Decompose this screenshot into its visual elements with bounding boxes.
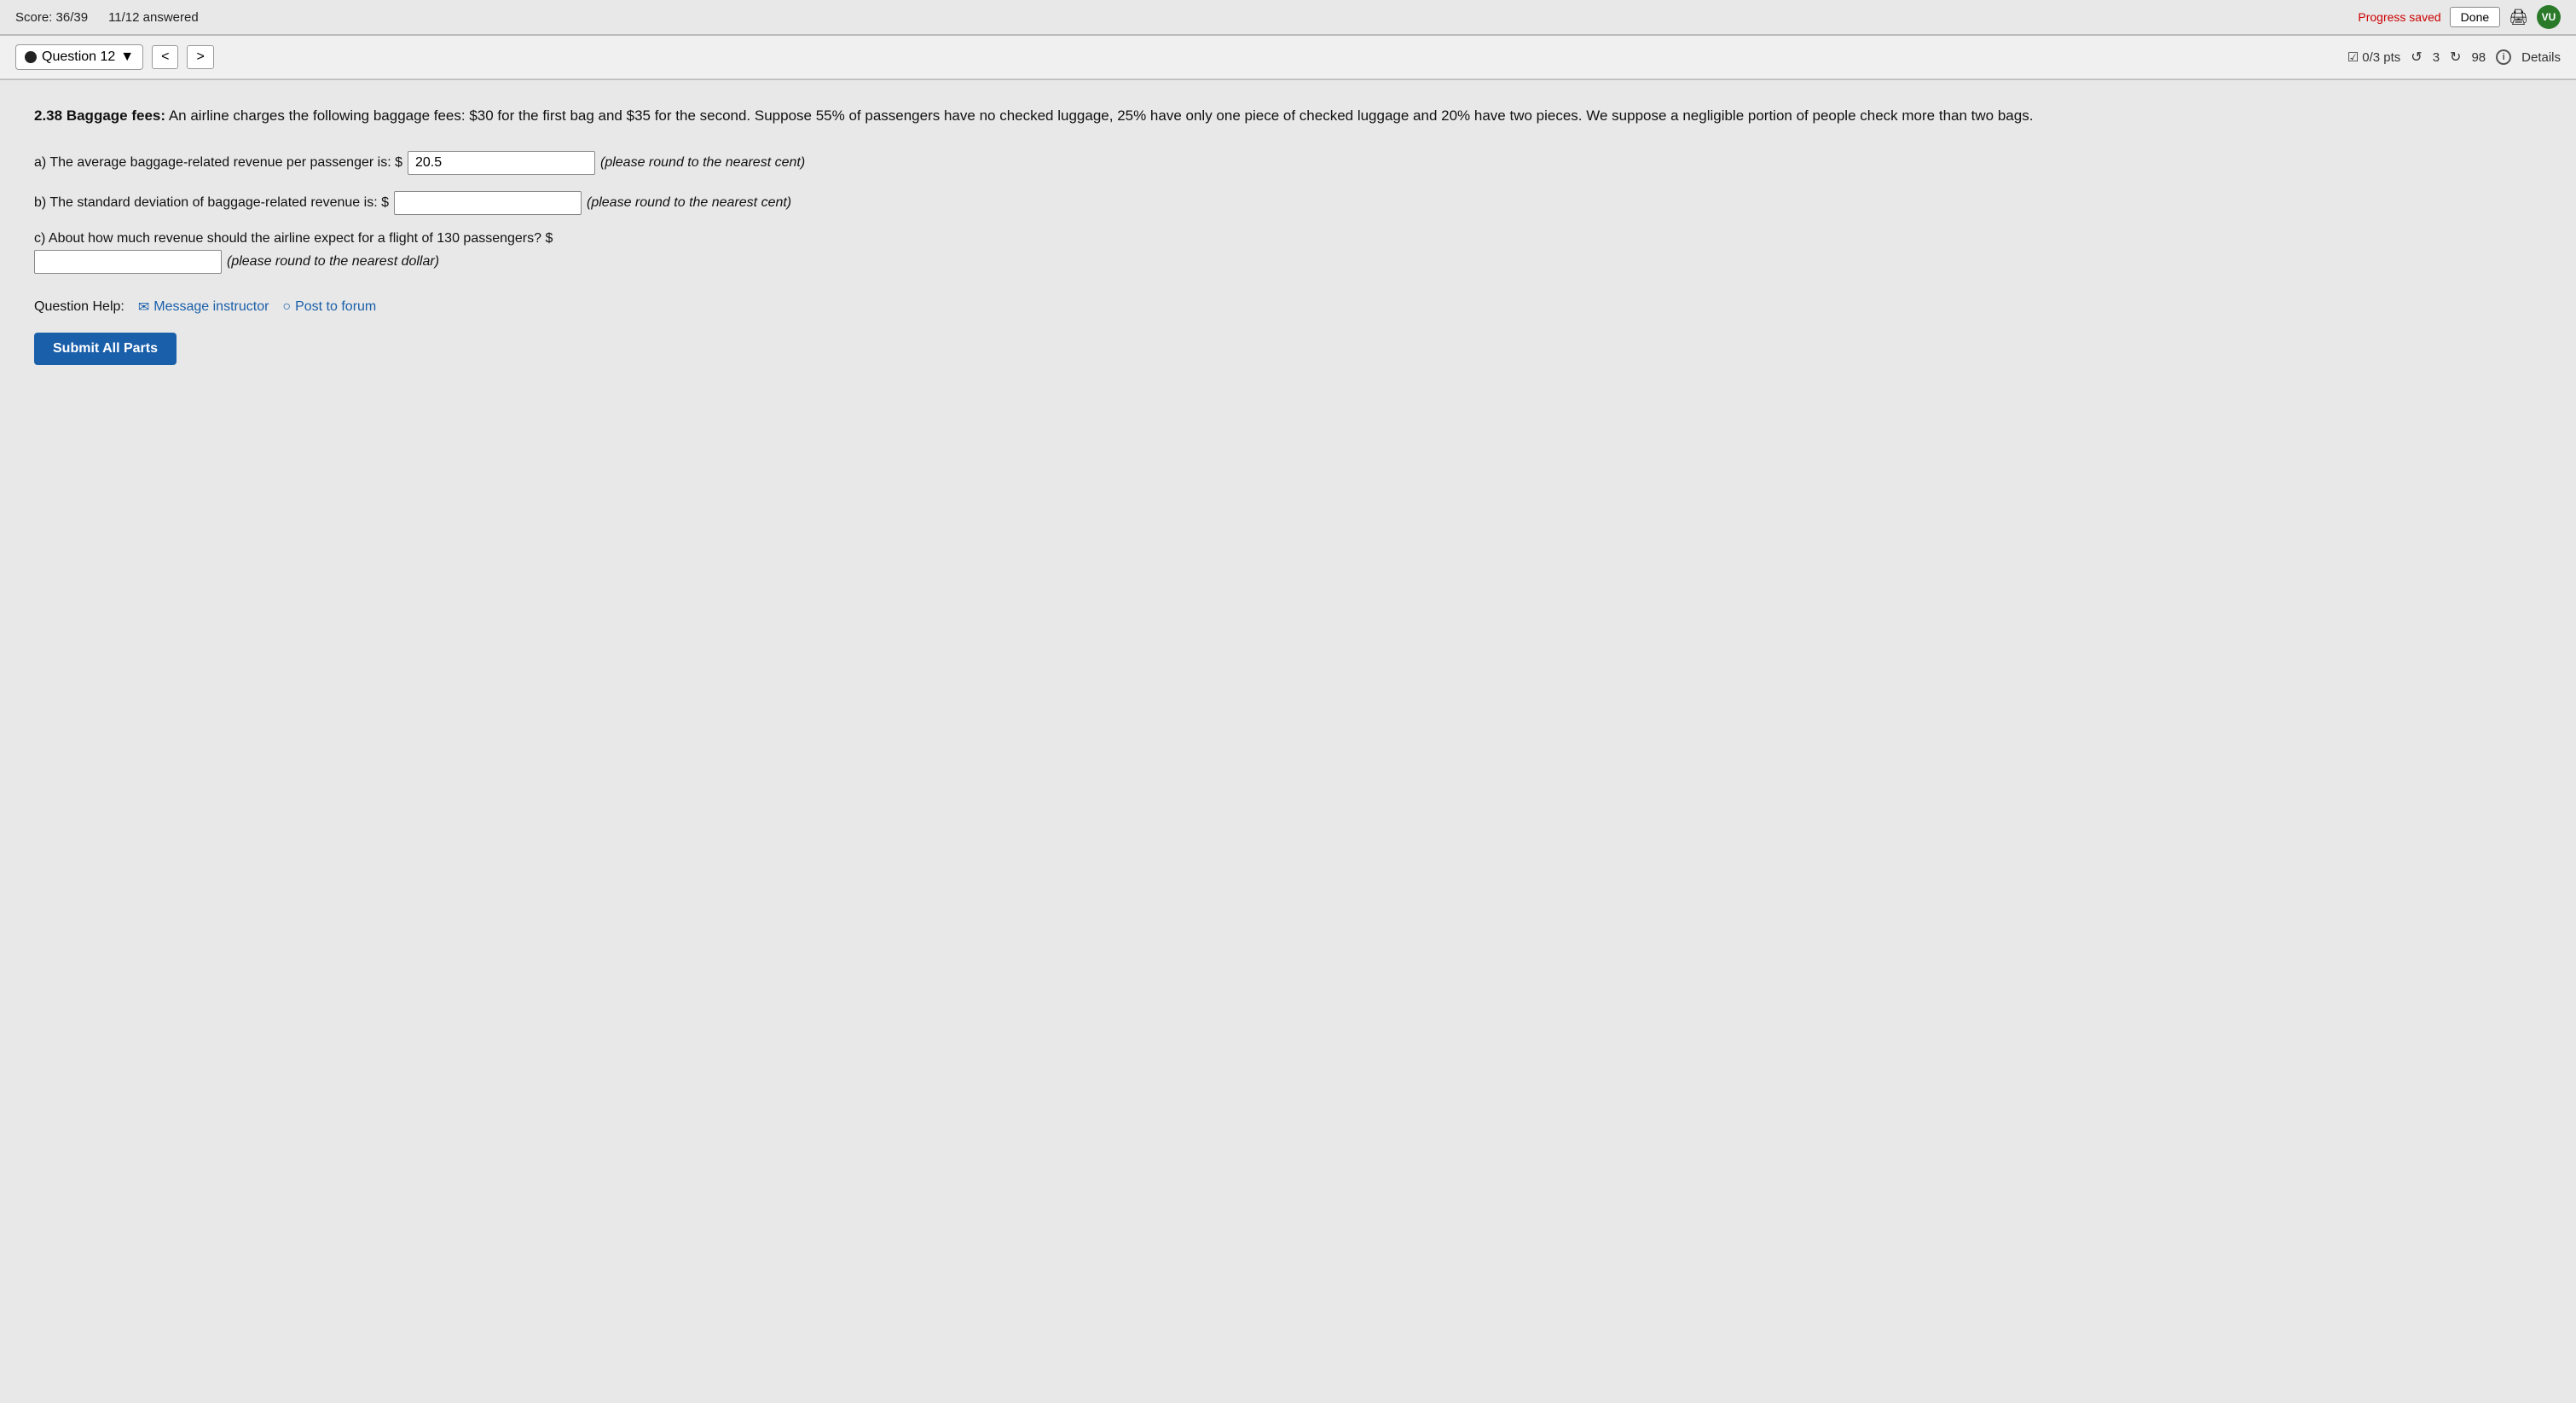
part-b: b) The standard deviation of baggage-rel… [34, 191, 2542, 216]
part-c-input[interactable] [34, 250, 222, 274]
part-c: c) About how much revenue should the air… [34, 231, 2542, 275]
problem-body: An airline charges the following baggage… [165, 107, 2033, 124]
score-info: Score: 36/39 11/12 answered [15, 10, 199, 25]
attempt-count: 98 [2471, 50, 2486, 65]
envelope-icon: ✉ [138, 299, 149, 316]
attempt-icon: ↻ [2450, 49, 2461, 66]
part-c-text: c) About how much revenue should the air… [34, 231, 2542, 246]
print-icon: 🖨 [2509, 9, 2528, 26]
part-c-prefix: c) About how much revenue should the air… [34, 231, 553, 246]
part-c-row: (please round to the nearest dollar) [34, 250, 2542, 275]
pts-label: 0/3 pts [2362, 50, 2400, 65]
info-icon: i [2496, 49, 2511, 65]
top-right: Progress saved Done 🖨 VU [2358, 5, 2561, 29]
problem-id: 2.38 Baggage fees: [34, 107, 165, 124]
answered-label: 11/12 answered [108, 10, 199, 25]
part-b-row: b) The standard deviation of baggage-rel… [34, 191, 2542, 216]
done-button[interactable]: Done [2450, 7, 2500, 27]
next-question-button[interactable]: > [187, 45, 213, 69]
question-nav-left: Question 12 ▼ < > [15, 44, 214, 70]
part-a: a) The average baggage-related revenue p… [34, 151, 2542, 176]
part-a-prefix: a) The average baggage-related revenue p… [34, 151, 402, 176]
help-label: Question Help: [34, 299, 124, 315]
dropdown-arrow-icon: ▼ [120, 49, 134, 65]
part-b-input[interactable] [394, 191, 582, 215]
progress-saved-label: Progress saved [2358, 10, 2440, 24]
retry-count: 3 [2433, 50, 2440, 65]
message-instructor-link[interactable]: ✉ Message instructor [138, 299, 269, 316]
part-a-input[interactable] [408, 151, 595, 175]
submit-all-parts-button[interactable]: Submit All Parts [34, 333, 177, 365]
details-link[interactable]: Details [2521, 50, 2561, 65]
part-b-prefix: b) The standard deviation of baggage-rel… [34, 191, 389, 216]
problem-statement: 2.38 Baggage fees: An airline charges th… [34, 104, 2542, 127]
question-nav: Question 12 ▼ < > ☑ 0/3 pts ↺ 3 ↻ 98 i D… [0, 36, 2576, 79]
question-help: Question Help: ✉ Message instructor ○ Po… [34, 299, 2542, 316]
main-content: 2.38 Baggage fees: An airline charges th… [0, 80, 2576, 1403]
message-instructor-label: Message instructor [153, 299, 269, 315]
part-c-suffix: (please round to the nearest dollar) [227, 250, 439, 275]
check-icon: ☑ [2347, 49, 2359, 65]
avatar: VU [2537, 5, 2561, 29]
post-to-forum-link[interactable]: ○ Post to forum [282, 299, 376, 315]
score-label: Score: 36/39 [15, 10, 88, 25]
question-label: Question 12 [42, 49, 115, 65]
question-status-bullet [25, 51, 37, 63]
prev-question-button[interactable]: < [152, 45, 178, 69]
pts-badge: ☑ 0/3 pts [2347, 49, 2400, 65]
part-a-row: a) The average baggage-related revenue p… [34, 151, 2542, 176]
part-b-suffix: (please round to the nearest cent) [587, 191, 791, 216]
post-to-forum-label: Post to forum [295, 299, 376, 315]
forum-icon: ○ [282, 299, 291, 315]
part-a-suffix: (please round to the nearest cent) [600, 151, 805, 176]
question-nav-right: ☑ 0/3 pts ↺ 3 ↻ 98 i Details [2347, 49, 2561, 66]
question-dropdown[interactable]: Question 12 ▼ [15, 44, 143, 70]
retry-icon: ↺ [2411, 49, 2422, 66]
top-bar: Score: 36/39 11/12 answered Progress sav… [0, 0, 2576, 35]
